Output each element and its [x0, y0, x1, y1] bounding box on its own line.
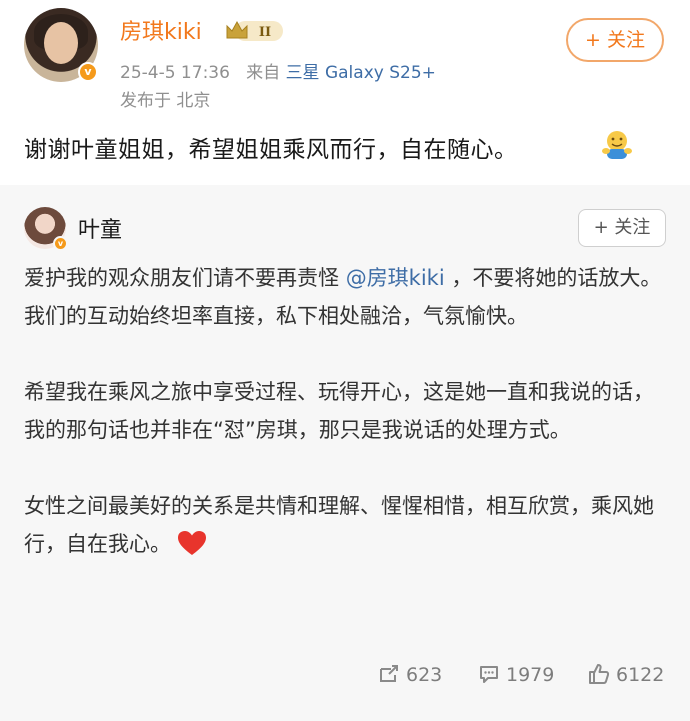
- repost-count: 623: [406, 664, 443, 686]
- stats-bar: 623 1979 6122: [0, 663, 690, 693]
- verified-badge-icon: v: [53, 236, 68, 251]
- quoted-paragraph-2: 希望我在乘风之旅中享受过程、玩得开心，这是她一直和我说的话，我的那句话也并非在“…: [24, 380, 654, 442]
- heart-emoji-icon: [178, 531, 206, 555]
- post-meta: 25-4-5 17:36 来自 三星 Galaxy S25+: [120, 58, 436, 83]
- quoted-author-name[interactable]: 叶童: [78, 212, 122, 244]
- mention-link[interactable]: @房琪kiki: [346, 266, 445, 290]
- repost-icon: [380, 665, 398, 682]
- post-location: 发布于 北京: [120, 91, 211, 111]
- author-name[interactable]: 房琪kiki: [120, 14, 202, 46]
- quoted-paragraph-3: 女性之间最美好的关系是共情和理解、惺惺相惜，相互欣赏，乘风她行，自在我心。: [24, 494, 654, 556]
- follow-button[interactable]: + 关注: [566, 18, 664, 62]
- quoted-paragraph-1: 爱护我的观众朋友们请不要再责怪 @房琪kiki ，不要将她的话放大。我们的互动始…: [24, 266, 662, 328]
- level-crown-icon: II: [226, 20, 283, 41]
- comment-icon: [480, 666, 498, 683]
- device-link[interactable]: 三星 Galaxy S25+: [286, 63, 436, 83]
- quoted-text: 爱护我的观众朋友们请不要再责怪 @房琪kiki ，不要将她的话放大。我们的互动始…: [24, 259, 674, 563]
- post-text: 谢谢叶童姐姐，希望姐姐乘风而行，自在随心。: [24, 137, 518, 163]
- post-header: v 房琪kiki II 25-4-5 17:36 来自 三星 Galaxy S2…: [0, 0, 690, 185]
- like-count: 6122: [616, 664, 665, 686]
- comment-count: 1979: [506, 664, 555, 686]
- source-prefix: 来自: [246, 63, 281, 83]
- hug-emoji-icon: [602, 131, 632, 159]
- comment-stat[interactable]: 1979: [478, 663, 554, 686]
- verified-badge-icon: v: [78, 62, 98, 82]
- like-stat[interactable]: 6122: [588, 663, 664, 686]
- quoted-post[interactable]: v 叶童 + 关注 爱护我的观众朋友们请不要再责怪 @房琪kiki ，不要将她的…: [0, 185, 690, 721]
- quoted-follow-button[interactable]: + 关注: [578, 209, 666, 247]
- level-text: II: [259, 25, 271, 40]
- like-icon: [589, 664, 610, 684]
- post-date: 25-4-5 17:36: [120, 63, 230, 83]
- repost-stat[interactable]: 623: [378, 663, 442, 686]
